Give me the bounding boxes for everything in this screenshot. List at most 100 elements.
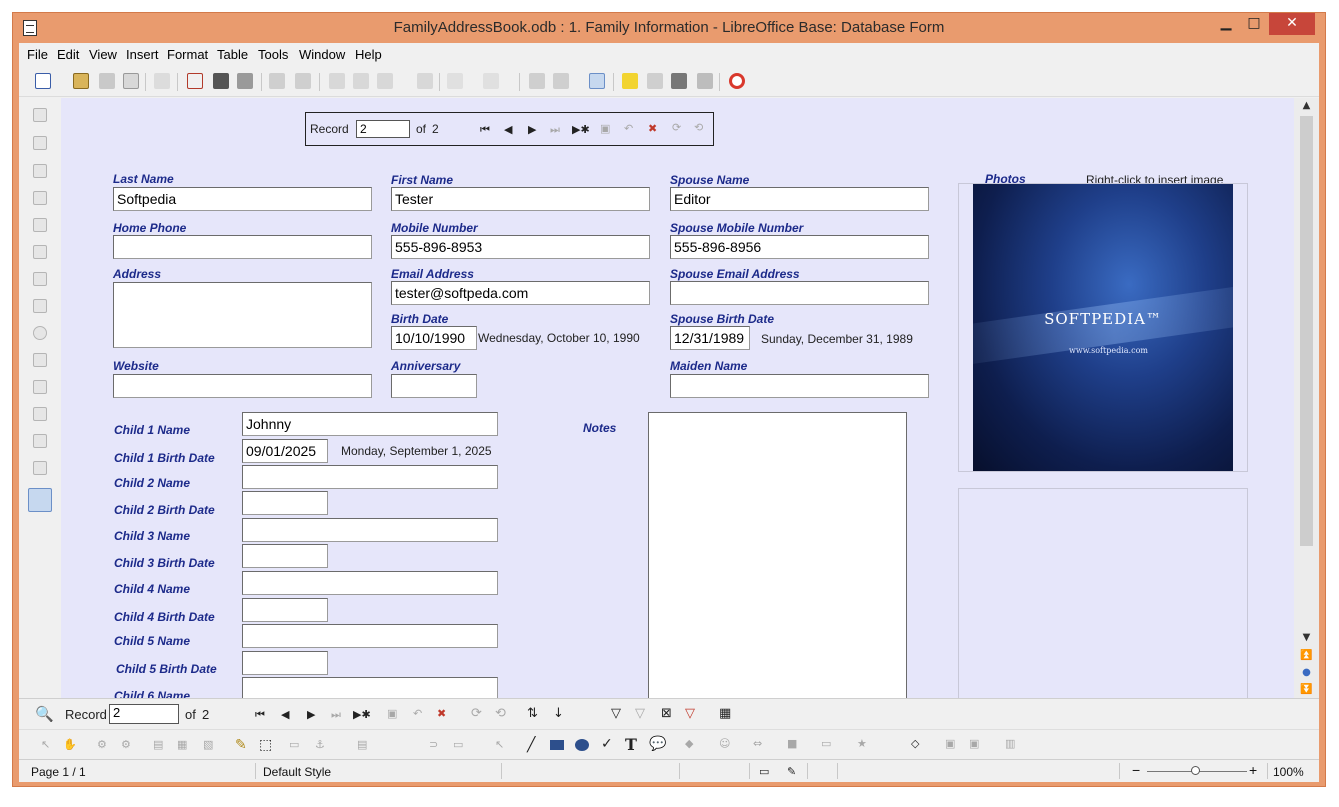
- previous-page-icon[interactable]: ⏫: [1294, 650, 1319, 661]
- extrusion-icon[interactable]: ▥: [1005, 737, 1015, 750]
- menu-tools[interactable]: Tools: [258, 47, 288, 62]
- more-controls-icon[interactable]: [33, 434, 47, 448]
- save-icon[interactable]: [99, 73, 115, 89]
- photo-image[interactable]: SOFTPEDIA™ www.softpedia.com: [973, 184, 1233, 471]
- website-field[interactable]: [113, 374, 372, 398]
- email-field[interactable]: tester@softpeda.com: [391, 281, 650, 305]
- flowchart-icon[interactable]: ■: [787, 737, 797, 750]
- menu-insert[interactable]: Insert: [126, 47, 159, 62]
- text-icon[interactable]: T: [625, 735, 637, 754]
- open-icon[interactable]: [73, 73, 89, 89]
- nav-previous-icon[interactable]: ◀: [281, 708, 289, 721]
- spouse-mobile-field[interactable]: 555-896-8956: [670, 235, 929, 259]
- points-icon[interactable]: ◇: [911, 737, 919, 750]
- sort-descending-icon[interactable]: ↓: [553, 706, 564, 721]
- control-properties-icon[interactable]: [33, 164, 47, 178]
- nav-refresh-icon[interactable]: ⟳: [471, 706, 482, 721]
- zoom-level[interactable]: 100%: [1273, 765, 1304, 779]
- push-button-icon[interactable]: [33, 299, 47, 313]
- child1-birth-field[interactable]: 09/01/2025: [242, 439, 328, 463]
- select-frame-icon[interactable]: ⬚: [259, 737, 272, 753]
- anchor-icon[interactable]: ⚓: [315, 738, 325, 751]
- block-arrows-icon[interactable]: ⇔: [753, 737, 762, 750]
- autofilter-icon[interactable]: ▽: [611, 706, 621, 721]
- page-style[interactable]: Default Style: [263, 765, 331, 779]
- form-properties-icon[interactable]: [33, 191, 47, 205]
- draw-design-icon[interactable]: ▧: [203, 738, 213, 751]
- close-button[interactable]: ✕: [1269, 13, 1315, 35]
- next-page-icon[interactable]: ⏬: [1294, 684, 1319, 695]
- child2-name-field[interactable]: [242, 465, 498, 489]
- sort-icon[interactable]: ⇅: [527, 706, 538, 721]
- hand-icon[interactable]: [33, 136, 47, 150]
- zoom-in-button[interactable]: +: [1249, 762, 1257, 778]
- redo-icon[interactable]: [483, 73, 499, 89]
- help-icon[interactable]: [729, 73, 745, 89]
- copy-icon[interactable]: [353, 73, 369, 89]
- hyperlink-icon[interactable]: [529, 73, 545, 89]
- nav-save-icon[interactable]: ▣: [387, 707, 397, 720]
- previous-record-icon[interactable]: ◀: [504, 123, 512, 136]
- edit-icon[interactable]: [154, 73, 170, 89]
- zoom-out-button[interactable]: −: [1132, 762, 1140, 778]
- callouts-icon[interactable]: ▭: [821, 737, 831, 750]
- select-icon[interactable]: [33, 108, 47, 122]
- spouse-email-field[interactable]: [670, 281, 929, 305]
- photo-frame[interactable]: SOFTPEDIA™ www.softpedia.com: [958, 183, 1248, 472]
- from-file-icon[interactable]: ▣: [969, 737, 979, 750]
- child4-birth-field[interactable]: [242, 598, 328, 622]
- child3-birth-field[interactable]: [242, 544, 328, 568]
- nav-delete-icon[interactable]: ✖: [437, 707, 446, 720]
- draw-select-icon[interactable]: ↖: [41, 738, 50, 751]
- nav-next-icon[interactable]: ▶: [307, 708, 315, 721]
- table-icon[interactable]: [553, 73, 569, 89]
- nav-refresh-control-icon[interactable]: ⟲: [495, 706, 506, 721]
- next-record-icon[interactable]: ▶: [528, 123, 536, 136]
- draw-field-icon[interactable]: ▦: [177, 738, 187, 751]
- home-phone-field[interactable]: [113, 235, 372, 259]
- clone-icon[interactable]: [417, 73, 433, 89]
- rectangle-icon[interactable]: [550, 740, 564, 750]
- menu-window[interactable]: Window: [299, 47, 345, 62]
- text-box-icon[interactable]: [33, 245, 47, 259]
- spellcheck-icon[interactable]: [269, 73, 285, 89]
- pointer-icon[interactable]: ↖: [495, 738, 504, 751]
- pdf-icon[interactable]: [187, 73, 203, 89]
- child1-name-field[interactable]: Johnny: [242, 412, 498, 436]
- anniversary-field[interactable]: [391, 374, 477, 398]
- child6-name-field[interactable]: [242, 677, 498, 698]
- mobile-number-field[interactable]: 555-896-8953: [391, 235, 650, 259]
- new-record-icon[interactable]: ▶✱: [572, 123, 590, 136]
- print-icon[interactable]: [213, 73, 229, 89]
- data-source-icon[interactable]: ▦: [719, 706, 731, 721]
- first-name-field[interactable]: Tester: [391, 187, 650, 211]
- secondary-photo-frame[interactable]: [958, 488, 1248, 698]
- undo-icon[interactable]: [447, 73, 463, 89]
- stars-icon[interactable]: ★: [857, 737, 867, 750]
- line-icon[interactable]: ╱: [527, 737, 535, 753]
- child4-name-field[interactable]: [242, 571, 498, 595]
- cut-icon[interactable]: [329, 73, 345, 89]
- child5-name-field[interactable]: [242, 624, 498, 648]
- delete-record-icon[interactable]: ✖: [648, 122, 657, 135]
- nav-record-input[interactable]: 2: [109, 704, 179, 724]
- birth-date-field[interactable]: 10/10/1990: [391, 326, 477, 350]
- form-wizard-icon[interactable]: ✎: [235, 737, 247, 753]
- scroll-up-icon[interactable]: ▲: [1294, 100, 1319, 111]
- record-number-input[interactable]: 2: [356, 120, 410, 138]
- zoom-slider-knob[interactable]: [1191, 766, 1200, 775]
- spouse-name-field[interactable]: Editor: [670, 187, 929, 211]
- preview-icon[interactable]: [237, 73, 253, 89]
- new-icon[interactable]: [35, 73, 51, 89]
- wizard-icon[interactable]: [622, 73, 638, 89]
- nav-undo-icon[interactable]: ↶: [413, 707, 422, 720]
- menu-view[interactable]: View: [89, 47, 117, 62]
- minimize-button[interactable]: ▁: [1213, 13, 1239, 35]
- option-button-icon[interactable]: [33, 326, 47, 340]
- formatting-marks-icon[interactable]: [697, 73, 713, 89]
- reset-filter-icon[interactable]: ▽: [685, 706, 695, 721]
- child3-name-field[interactable]: [242, 518, 498, 542]
- draw-callout-icon[interactable]: 💬: [649, 736, 666, 752]
- maiden-name-field[interactable]: [670, 374, 929, 398]
- document-modified-icon[interactable]: ✎: [787, 765, 796, 778]
